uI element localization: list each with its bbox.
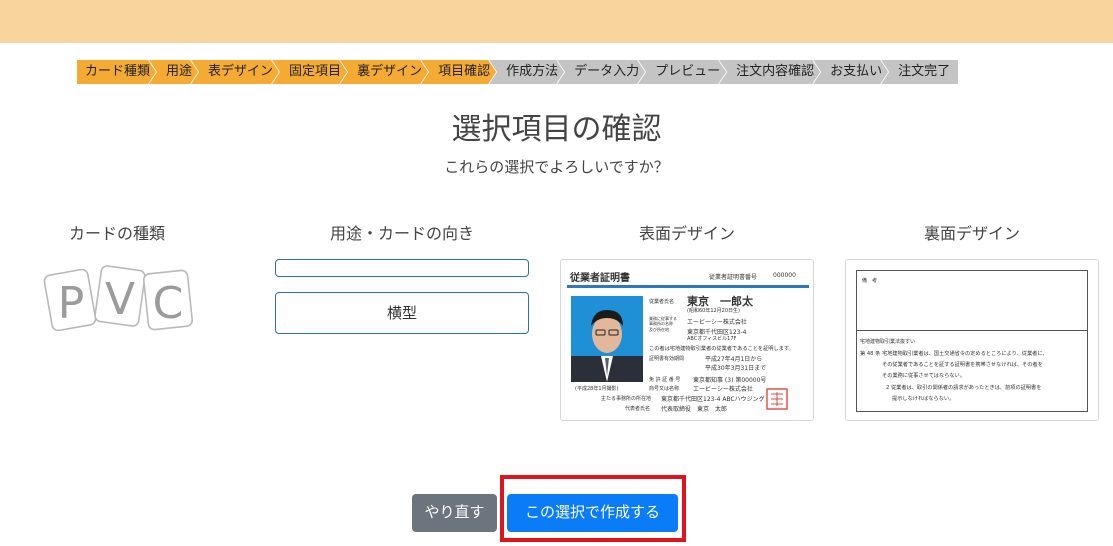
front-number: 000000	[773, 272, 796, 279]
company-name: エービーシー株式会社	[693, 386, 753, 393]
clause-1-line-3: その業務に従事させてはならない。	[882, 373, 965, 379]
back-design-preview: 備 考 宅地建物取引業法抜すい 第 48 条 宅地建物取引業者は、国土交通省令の…	[845, 259, 1099, 421]
pvc-card-type-image: P V C	[43, 265, 194, 332]
progress-steps: カード種類 用途 表デザイン 固定項目 裏デザイン 項目確認 作成方法 データ入力 プレビュー注…	[77, 60, 959, 84]
front-title: 従業者証明書	[570, 273, 630, 284]
remarks-label: 備 考	[862, 278, 878, 284]
org-addr-label: 及び所在地	[649, 327, 669, 332]
pvc-letter-c: C	[153, 278, 184, 329]
pvc-letter-p: P	[58, 278, 85, 329]
front-number-label: 従業者証明書番号	[709, 274, 758, 281]
clause-2-line-1: 2 従業者は、取引の関係者の請求があったときは、前項の証明書を	[886, 385, 1042, 391]
license-label: 免 許 証 番 号	[649, 377, 681, 383]
front-title-rule	[567, 285, 809, 288]
seal-stamp-icon	[766, 388, 788, 410]
front-statement: この者は宅地建物取引業者の従業者であることを証明します。	[649, 346, 794, 352]
law-title: 宅地建物取引業法抜すい	[860, 339, 916, 345]
valid-label: 証明書有効期間	[649, 356, 685, 362]
step-3: 表デザイン	[191, 60, 279, 84]
step-5: 裏デザイン	[340, 60, 428, 84]
orientation-field: 横型	[275, 292, 529, 334]
rep-name: 代表取締役 東京 太郎	[661, 406, 728, 413]
clause-1-line-1: 宅地建物取引業者は、国土交通省令の定めるところにより、従業者に、	[882, 351, 1048, 357]
redo-button[interactable]: やり直す	[412, 494, 497, 532]
main-office-label: 主たる事務所の所在地	[601, 396, 652, 402]
employee-photo	[571, 296, 643, 382]
step-9: プレビュー	[638, 60, 726, 84]
license-number: 東京都知事 (3) 第00000号	[693, 377, 767, 384]
front-design-preview: 従業者証明書 従業者証明書番号 000000 (平成28年1月撮影) 従業者氏名…	[560, 259, 814, 421]
step-6: 項目確認	[421, 60, 496, 84]
step-7: 作成方法	[489, 60, 564, 84]
company-label: 商号又は名称	[649, 386, 680, 392]
page-title: 選択項目の確認	[451, 112, 662, 147]
back-divider	[856, 330, 1088, 331]
name-label: 従業者氏名	[649, 299, 675, 305]
page-subtitle: これらの選択でよろしいですか？	[444, 158, 669, 176]
valid-to: 平成30年3月31日まで	[705, 365, 767, 372]
front-design-label: 表面デザイン	[638, 224, 735, 243]
card-type-label: カードの種類	[68, 224, 165, 243]
step-1: カード種類	[77, 60, 156, 84]
step-2: 用途	[149, 60, 198, 84]
step-11: お支払い	[813, 60, 888, 84]
valid-from: 平成27年4月1日から	[705, 356, 763, 363]
purpose-field	[275, 259, 529, 277]
back-design-label: 裏面デザイン	[923, 224, 1020, 243]
clause-1-number: 第 48 条	[860, 351, 881, 357]
employee-birth: (昭和60年12月20日生)	[687, 308, 740, 314]
step-4: 固定項目	[272, 60, 347, 84]
org-name: エービーシー株式会社	[687, 319, 747, 326]
rep-label: 代表者氏名	[625, 406, 651, 412]
top-banner	[0, 0, 1113, 43]
main-office: 東京都千代田区123-4 ABCハウジング	[661, 396, 765, 403]
clause-1-line-2: その従業者であることを証する証明書を携帯させなければ、その者を	[882, 362, 1043, 368]
usage-label: 用途・カードの向き	[329, 224, 474, 243]
clause-2-line-2: 提示しなければならない。	[892, 396, 955, 402]
step-10: 注文内容確認	[719, 60, 820, 84]
step-12: 注文完了	[881, 60, 959, 84]
pvc-letter-v: V	[105, 274, 135, 325]
photo-date: (平成28年1月撮影)	[575, 386, 619, 392]
org-addr-2: ABCオフィスビル17F	[687, 336, 737, 342]
create-with-selection-button[interactable]: この選択で作成する	[507, 494, 678, 532]
step-8: データ入力	[557, 60, 645, 84]
